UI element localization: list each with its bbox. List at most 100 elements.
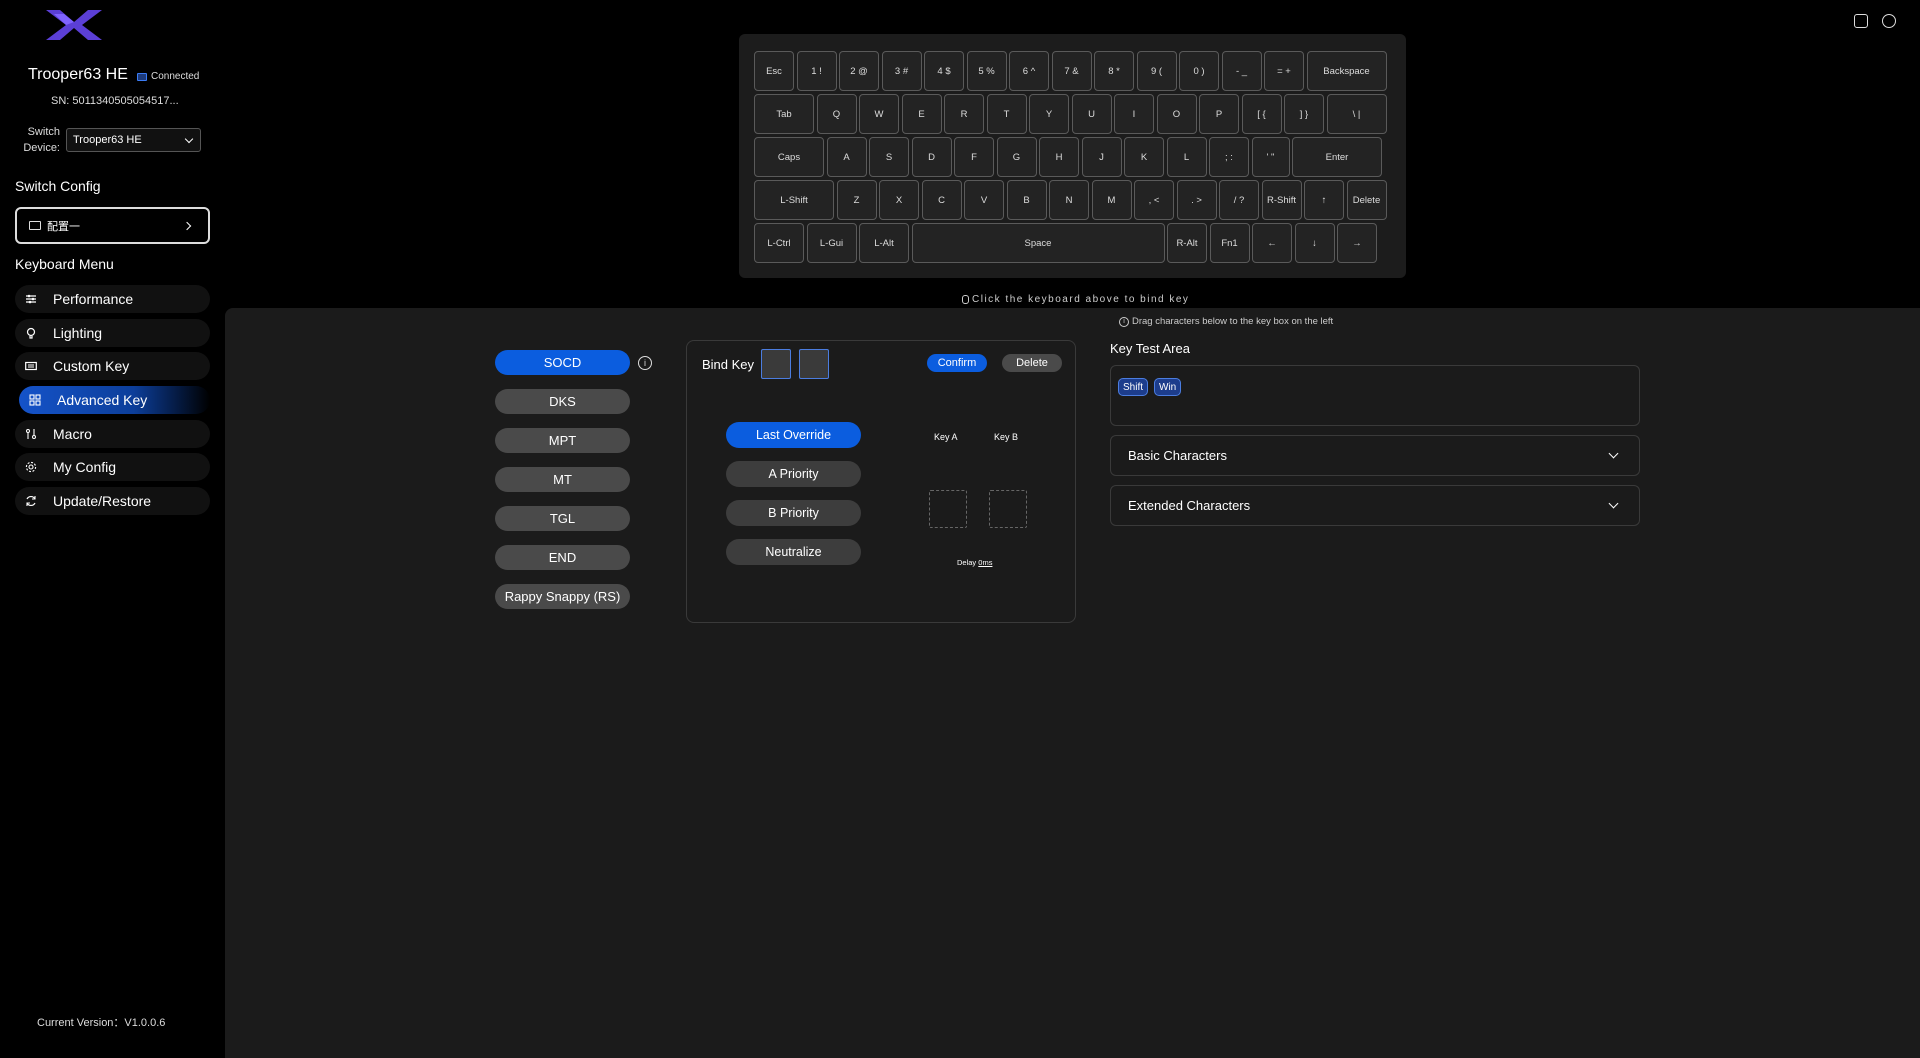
key-o[interactable]: O bbox=[1156, 94, 1197, 134]
key-v[interactable]: V bbox=[964, 180, 1004, 220]
key-b-slot[interactable] bbox=[989, 490, 1027, 528]
key-r-alt[interactable]: R-Alt bbox=[1167, 223, 1207, 263]
key-z[interactable]: Z bbox=[836, 180, 877, 220]
key-1[interactable]: 1 ! bbox=[796, 51, 837, 91]
key-h[interactable]: H bbox=[1039, 137, 1079, 177]
key-i[interactable]: I bbox=[1114, 94, 1154, 134]
key-tab[interactable]: Tab bbox=[754, 94, 814, 134]
key-l-ctrl[interactable]: L-Ctrl bbox=[754, 223, 804, 263]
menu-item-my-config[interactable]: My Config bbox=[15, 453, 210, 482]
menu-item-update-restore[interactable]: Update/Restore bbox=[15, 487, 210, 516]
key-[interactable]: → bbox=[1337, 223, 1377, 263]
mode-socd-button[interactable]: SOCD bbox=[495, 350, 630, 375]
menu-item-custom-key[interactable]: Custom Key bbox=[15, 352, 210, 381]
key-fn1[interactable]: Fn1 bbox=[1209, 223, 1250, 263]
key-5[interactable]: 5 % bbox=[966, 51, 1007, 91]
key-test-area[interactable]: Shift Win bbox=[1110, 365, 1640, 426]
key-b[interactable]: B bbox=[1006, 180, 1047, 220]
key-[interactable]: ; : bbox=[1209, 137, 1249, 177]
extended-characters-accordion[interactable]: Extended Characters bbox=[1110, 485, 1640, 526]
key-[interactable]: \ | bbox=[1326, 94, 1387, 134]
key-0[interactable]: 0 ) bbox=[1179, 51, 1219, 91]
info-icon[interactable]: i bbox=[638, 356, 652, 370]
confirm-button[interactable]: Confirm bbox=[927, 354, 987, 372]
key-7[interactable]: 7 & bbox=[1051, 51, 1092, 91]
key-m[interactable]: M bbox=[1091, 180, 1132, 220]
key-4[interactable]: 4 $ bbox=[924, 51, 964, 91]
key-[interactable]: [ { bbox=[1241, 94, 1282, 134]
key-[interactable]: ' " bbox=[1251, 137, 1290, 177]
mode-end-button[interactable]: END bbox=[495, 545, 630, 570]
globe-icon[interactable] bbox=[1882, 14, 1896, 28]
mode-dks-button[interactable]: DKS bbox=[495, 389, 630, 414]
key-s[interactable]: S bbox=[869, 137, 909, 177]
key-e[interactable]: E bbox=[901, 94, 942, 134]
priority-last-override-button[interactable]: Last Override bbox=[726, 422, 861, 448]
key-caps[interactable]: Caps bbox=[754, 137, 824, 177]
menu-item-advanced-key[interactable]: Advanced Key bbox=[19, 386, 210, 415]
menu-item-lighting[interactable]: Lighting bbox=[15, 318, 210, 347]
key-p[interactable]: P bbox=[1199, 94, 1239, 134]
key-[interactable]: ↓ bbox=[1294, 223, 1335, 263]
key-f[interactable]: F bbox=[954, 137, 994, 177]
key-d[interactable]: D bbox=[911, 137, 952, 177]
config-selector[interactable]: 配置一 bbox=[15, 207, 210, 244]
delay-value[interactable]: 0ms bbox=[978, 558, 992, 567]
test-chip-win[interactable]: Win bbox=[1154, 378, 1182, 396]
menu-item-performance[interactable]: Performance bbox=[15, 285, 210, 313]
key-n[interactable]: N bbox=[1049, 180, 1089, 220]
key-c[interactable]: C bbox=[921, 180, 962, 220]
key-[interactable]: , < bbox=[1134, 180, 1174, 220]
delete-button[interactable]: Delete bbox=[1002, 354, 1062, 372]
key-8[interactable]: 8 * bbox=[1094, 51, 1134, 91]
key-[interactable]: ← bbox=[1252, 223, 1292, 263]
key-[interactable]: ↑ bbox=[1304, 180, 1344, 220]
key-t[interactable]: T bbox=[986, 94, 1027, 134]
key-r[interactable]: R bbox=[944, 94, 984, 134]
key-backspace[interactable]: Backspace bbox=[1306, 51, 1387, 91]
key-l[interactable]: L bbox=[1166, 137, 1207, 177]
priority-neutralize-button[interactable]: Neutralize bbox=[726, 539, 861, 565]
key-l-alt[interactable]: L-Alt bbox=[859, 223, 909, 263]
key-9[interactable]: 9 ( bbox=[1136, 51, 1177, 91]
mode-mpt-button[interactable]: MPT bbox=[495, 428, 630, 453]
delay-setting[interactable]: Delay 0ms bbox=[957, 558, 992, 567]
mode-mt-button[interactable]: MT bbox=[495, 467, 630, 492]
key-g[interactable]: G bbox=[996, 137, 1037, 177]
key-k[interactable]: K bbox=[1124, 137, 1164, 177]
mode-rs-button[interactable]: Rappy Snappy (RS) bbox=[495, 584, 630, 609]
menu-item-macro[interactable]: Macro bbox=[15, 419, 210, 448]
key-r-shift[interactable]: R-Shift bbox=[1261, 180, 1302, 220]
key-a[interactable]: A bbox=[826, 137, 867, 177]
priority-b-button[interactable]: B Priority bbox=[726, 500, 861, 526]
key-w[interactable]: W bbox=[859, 94, 899, 134]
switch-device-select[interactable]: Trooper63 HE bbox=[66, 128, 201, 152]
mode-tgl-button[interactable]: TGL bbox=[495, 506, 630, 531]
key-y[interactable]: Y bbox=[1029, 94, 1069, 134]
test-chip-shift[interactable]: Shift bbox=[1118, 378, 1149, 396]
key-l-shift[interactable]: L-Shift bbox=[754, 180, 834, 220]
key-j[interactable]: J bbox=[1081, 137, 1122, 177]
window-icon[interactable] bbox=[1854, 14, 1868, 28]
key-6[interactable]: 6 ^ bbox=[1009, 51, 1049, 91]
key-[interactable]: . > bbox=[1176, 180, 1217, 220]
priority-a-button[interactable]: A Priority bbox=[726, 461, 861, 487]
basic-characters-accordion[interactable]: Basic Characters bbox=[1110, 435, 1640, 476]
key-l-gui[interactable]: L-Gui bbox=[806, 223, 857, 263]
key-2[interactable]: 2 @ bbox=[839, 51, 879, 91]
key-delete[interactable]: Delete bbox=[1346, 180, 1387, 220]
key-enter[interactable]: Enter bbox=[1292, 137, 1382, 177]
key-3[interactable]: 3 # bbox=[881, 51, 922, 91]
bind-key-slot-b[interactable] bbox=[799, 349, 829, 379]
key-q[interactable]: Q bbox=[816, 94, 857, 134]
key-x[interactable]: X bbox=[879, 180, 919, 220]
key-esc[interactable]: Esc bbox=[754, 51, 794, 91]
key-[interactable]: ] } bbox=[1284, 94, 1324, 134]
key-space[interactable]: Space bbox=[911, 223, 1165, 263]
bind-key-slot-a[interactable] bbox=[761, 349, 791, 379]
key-[interactable]: = + bbox=[1264, 51, 1304, 91]
key-u[interactable]: U bbox=[1071, 94, 1112, 134]
key-[interactable]: / ? bbox=[1219, 180, 1259, 220]
key-a-slot[interactable] bbox=[929, 490, 967, 528]
key-[interactable]: - _ bbox=[1221, 51, 1262, 91]
